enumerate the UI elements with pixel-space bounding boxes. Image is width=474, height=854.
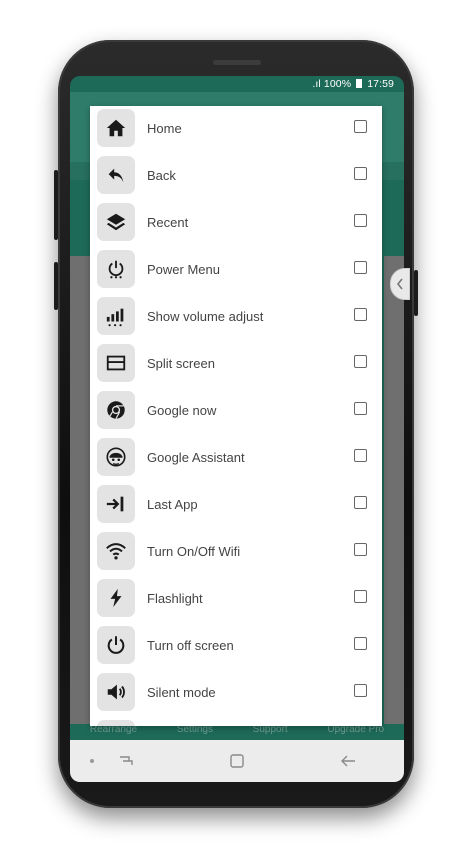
back-nav-icon[interactable] bbox=[339, 753, 357, 769]
item-label: Flashlight bbox=[147, 591, 203, 606]
chrome-icon bbox=[97, 391, 135, 429]
signal-indicator: .ıl bbox=[312, 78, 321, 90]
nav-dot bbox=[90, 759, 94, 763]
flashlight-checkbox[interactable] bbox=[354, 590, 367, 603]
list-item-back[interactable]: Back bbox=[90, 153, 382, 199]
home-icon bbox=[97, 109, 135, 147]
bixby-button bbox=[54, 262, 58, 310]
tab-support[interactable]: Support bbox=[253, 724, 288, 740]
list-item-recent[interactable]: Recent bbox=[90, 200, 382, 246]
tab-settings[interactable]: Settings bbox=[177, 724, 213, 740]
item-label: Turn off screen bbox=[147, 638, 234, 653]
back-arrow-icon bbox=[97, 156, 135, 194]
chevron-left-icon bbox=[396, 278, 403, 290]
partial-icon bbox=[97, 720, 135, 726]
power-menu-checkbox[interactable] bbox=[354, 261, 367, 274]
split-screen-checkbox[interactable] bbox=[354, 355, 367, 368]
layers-icon bbox=[97, 203, 135, 241]
status-bar: .ıl 100% 17:59 bbox=[70, 76, 404, 92]
wifi-icon bbox=[97, 532, 135, 570]
item-label: Turn On/Off Wifi bbox=[147, 544, 241, 559]
power-button bbox=[414, 270, 418, 316]
item-label: Silent mode bbox=[147, 685, 216, 700]
power-icon bbox=[97, 626, 135, 664]
item-label: Back bbox=[147, 168, 176, 183]
home-checkbox[interactable] bbox=[354, 120, 367, 133]
item-label: Split screen bbox=[147, 356, 215, 371]
tab-rearrange[interactable]: Rearrange bbox=[90, 724, 137, 740]
assistant-icon bbox=[97, 438, 135, 476]
list-item-show-volume-adjust[interactable]: Show volume adjust bbox=[90, 294, 382, 340]
split-screen-icon bbox=[97, 344, 135, 382]
list-item-google-now[interactable]: Google now bbox=[90, 388, 382, 434]
action-picker-dialog: Home Back Recent Power Menu Show volume … bbox=[90, 106, 382, 726]
recents-nav-icon[interactable] bbox=[117, 753, 135, 769]
last-app-checkbox[interactable] bbox=[354, 496, 367, 509]
item-label: Google Assistant bbox=[147, 450, 245, 465]
google-assistant-checkbox[interactable] bbox=[354, 449, 367, 462]
home-nav-icon[interactable] bbox=[229, 753, 245, 769]
power-menu-icon bbox=[97, 250, 135, 288]
battery-icon bbox=[356, 79, 363, 88]
list-item-split-screen[interactable]: Split screen bbox=[90, 341, 382, 387]
last-app-icon bbox=[97, 485, 135, 523]
wifi-checkbox[interactable] bbox=[354, 543, 367, 556]
edge-panel-handle[interactable] bbox=[390, 268, 410, 300]
list-item-power-menu[interactable]: Power Menu bbox=[90, 247, 382, 293]
google-now-checkbox[interactable] bbox=[354, 402, 367, 415]
background-tab-bar: Rearrange Settings Support Upgrade Pro bbox=[70, 724, 404, 740]
list-item-partial[interactable] bbox=[90, 717, 382, 726]
flashlight-icon bbox=[97, 579, 135, 617]
list-item-turn-on-off-wifi[interactable]: Turn On/Off Wifi bbox=[90, 529, 382, 575]
background-content-right bbox=[384, 256, 404, 724]
battery-level: 100% bbox=[323, 78, 352, 90]
volume-button bbox=[54, 170, 58, 240]
navigation-bar bbox=[70, 740, 404, 782]
item-label: Power Menu bbox=[147, 262, 220, 277]
volume-adjust-icon bbox=[97, 297, 135, 335]
list-item-turn-off-screen[interactable]: Turn off screen bbox=[90, 623, 382, 669]
item-label: Recent bbox=[147, 215, 189, 230]
list-item-home[interactable]: Home bbox=[90, 106, 382, 152]
list-item-silent-mode[interactable]: Silent mode bbox=[90, 670, 382, 716]
list-item-flashlight[interactable]: Flashlight bbox=[90, 576, 382, 622]
clock: 17:59 bbox=[367, 78, 394, 90]
earpiece-speaker bbox=[213, 60, 261, 65]
back-checkbox[interactable] bbox=[354, 167, 367, 180]
list-item-google-assistant[interactable]: Google Assistant bbox=[90, 435, 382, 481]
speaker-icon bbox=[97, 673, 135, 711]
recent-checkbox[interactable] bbox=[354, 214, 367, 227]
background-content-left bbox=[70, 256, 90, 724]
silent-mode-checkbox[interactable] bbox=[354, 684, 367, 697]
list-item-last-app[interactable]: Last App bbox=[90, 482, 382, 528]
item-label: Google now bbox=[147, 403, 217, 418]
tab-upgrade-pro[interactable]: Upgrade Pro bbox=[327, 724, 384, 740]
item-label: Home bbox=[147, 121, 182, 136]
show-volume-adjust-checkbox[interactable] bbox=[354, 308, 367, 321]
turn-off-screen-checkbox[interactable] bbox=[354, 637, 367, 650]
item-label: Show volume adjust bbox=[147, 309, 264, 324]
item-label: Last App bbox=[147, 497, 198, 512]
